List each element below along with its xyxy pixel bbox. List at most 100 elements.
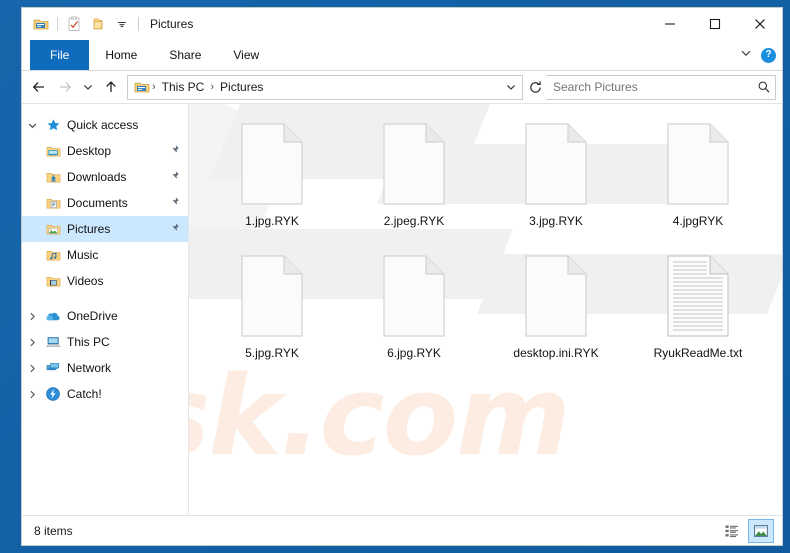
sidebar-item-catch[interactable]: Catch! (22, 381, 188, 407)
blank-file-icon (234, 116, 310, 212)
back-button[interactable] (26, 74, 52, 100)
help-icon[interactable]: ? (761, 47, 776, 63)
chevron-right-icon[interactable] (22, 389, 42, 400)
recent-locations-chevron-icon[interactable] (78, 74, 98, 100)
sidebar-item-network[interactable]: Network (22, 355, 188, 381)
file-item[interactable]: 4.jpgRYK (627, 116, 769, 248)
file-name: 3.jpg.RYK (529, 214, 583, 228)
sidebar-item-label: This PC (67, 335, 110, 349)
file-name: 2.jpeg.RYK (383, 214, 445, 228)
title-bar: Pictures (22, 8, 782, 40)
file-name: 6.jpg.RYK (387, 346, 441, 360)
file-item[interactable]: 2.jpeg.RYK (343, 116, 485, 248)
sidebar-item-downloads[interactable]: Downloads (22, 164, 188, 190)
file-grid: 1.jpg.RYK 2.jpeg.RYK 3.jpg.RYK 4.jpgRYK … (189, 104, 782, 380)
sidebar-item-label: OneDrive (67, 309, 118, 323)
sidebar-item-pictures[interactable]: Pictures (22, 216, 188, 242)
file-item[interactable]: 1.jpg.RYK (201, 116, 343, 248)
ribbon-right-controls: ? (739, 40, 776, 70)
search-icon[interactable] (757, 80, 771, 94)
sidebar-item-label: Videos (67, 274, 104, 288)
sidebar-item-label: Catch! (67, 387, 102, 401)
tab-view[interactable]: View (217, 40, 275, 70)
address-bar-row: › This PC › Pictures Search Pictures (22, 71, 782, 103)
breadcrumb-root-icon[interactable] (132, 79, 150, 95)
sidebar-item-this-pc[interactable]: This PC (22, 329, 188, 355)
file-item[interactable]: 5.jpg.RYK (201, 248, 343, 380)
search-box[interactable]: Search Pictures (546, 74, 776, 100)
sidebar-item-label: Network (67, 361, 112, 375)
view-toggle-group (720, 516, 774, 545)
sidebar-item-videos[interactable]: Videos (22, 268, 188, 294)
minimize-button[interactable] (647, 8, 692, 40)
chevron-right-icon[interactable] (22, 363, 42, 374)
explorer-window-icon (30, 13, 52, 35)
breadcrumb-separator-1[interactable]: › (151, 81, 157, 93)
pin-icon[interactable] (169, 196, 180, 210)
file-item[interactable]: RyukReadMe.txt (627, 248, 769, 380)
sidebar-group-quick-access[interactable]: Quick access (22, 112, 188, 138)
pin-icon[interactable] (169, 222, 180, 236)
ribbon-tab-bar: File Home Share View ? (22, 40, 782, 71)
file-name: 5.jpg.RYK (245, 346, 299, 360)
folder-downloads-icon (42, 170, 64, 185)
chevron-down-icon[interactable] (22, 120, 42, 131)
desktop-background: Pictures File Home Share View ? › This P… (0, 0, 790, 553)
maximize-button[interactable] (692, 8, 737, 40)
file-list-pane[interactable]: sk.com 1.jpg.RYK (189, 104, 782, 515)
tab-share[interactable]: Share (153, 40, 217, 70)
sidebar-item-desktop[interactable]: Desktop (22, 138, 188, 164)
text-file-icon (660, 248, 736, 344)
tab-file[interactable]: File (30, 40, 90, 70)
file-item[interactable]: desktop.ini.RYK (485, 248, 627, 380)
chevron-placeholder (22, 222, 42, 236)
sidebar-item-label: Downloads (67, 170, 127, 184)
breadcrumb-item-this-pc[interactable]: This PC (158, 80, 209, 94)
address-bar[interactable]: › This PC › Pictures (127, 74, 523, 100)
item-count-label: 8 items (34, 524, 73, 538)
new-folder-icon[interactable] (87, 13, 109, 35)
qat-separator (57, 17, 58, 31)
forward-button[interactable] (52, 74, 78, 100)
network-icon (42, 360, 64, 376)
large-icons-view-button[interactable] (748, 519, 774, 543)
blank-file-icon (376, 116, 452, 212)
sidebar-item-label: Documents (67, 196, 128, 210)
sidebar-item-music[interactable]: Music (22, 242, 188, 268)
breadcrumb-item-pictures[interactable]: Pictures (216, 80, 267, 94)
chevron-right-icon[interactable] (22, 337, 42, 348)
search-input[interactable]: Search Pictures (553, 80, 757, 94)
sidebar-item-onedrive[interactable]: OneDrive (22, 303, 188, 329)
pin-icon[interactable] (169, 144, 180, 158)
details-view-button[interactable] (720, 520, 744, 542)
tab-home[interactable]: Home (89, 40, 153, 70)
expand-ribbon-chevron-icon[interactable] (739, 46, 753, 65)
file-item[interactable]: 6.jpg.RYK (343, 248, 485, 380)
file-item[interactable]: 3.jpg.RYK (485, 116, 627, 248)
breadcrumb: › This PC › Pictures (132, 79, 502, 95)
sidebar-group-label: Quick access (67, 118, 139, 132)
breadcrumb-separator-2[interactable]: › (209, 81, 215, 93)
folder-documents-icon (42, 196, 64, 211)
file-name: 1.jpg.RYK (245, 214, 299, 228)
customize-qat-chevron-icon[interactable] (111, 13, 133, 35)
folder-music-icon (42, 248, 64, 263)
refresh-icon[interactable] (524, 76, 546, 99)
status-bar: 8 items (22, 515, 782, 545)
up-button[interactable] (98, 74, 124, 100)
blank-file-icon (660, 116, 736, 212)
chevron-right-icon[interactable] (22, 311, 42, 322)
explorer-properties-icon[interactable] (63, 13, 85, 35)
chevron-placeholder (22, 170, 42, 184)
pin-icon[interactable] (169, 170, 180, 184)
catch-icon (42, 386, 64, 402)
chevron-placeholder (22, 196, 42, 210)
star-icon (42, 118, 64, 133)
sidebar-item-documents[interactable]: Documents (22, 190, 188, 216)
sidebar-item-label: Pictures (67, 222, 111, 236)
folder-videos-icon (42, 274, 64, 289)
window-controls (647, 8, 782, 40)
address-dropdown-chevron-icon[interactable] (502, 77, 520, 98)
close-button[interactable] (737, 8, 782, 40)
